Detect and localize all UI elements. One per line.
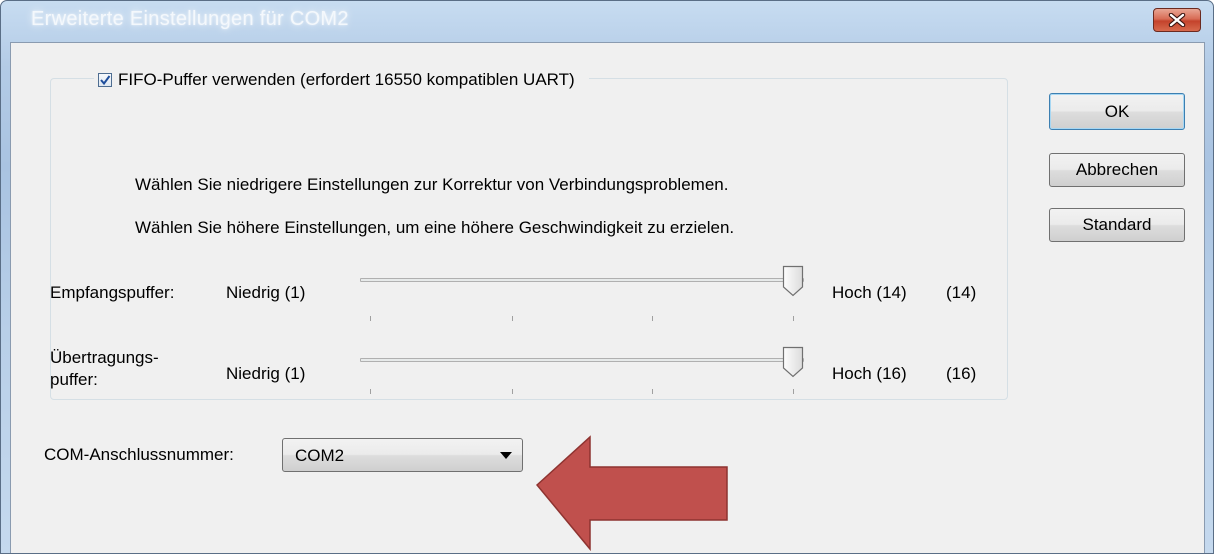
receive-buffer-max-label: Hoch (14) bbox=[832, 283, 907, 302]
chevron-down-icon[interactable] bbox=[500, 452, 512, 460]
transmit-buffer-value: (16) bbox=[946, 364, 977, 383]
receive-buffer-tick bbox=[793, 316, 794, 321]
com-port-selected-value: COM2 bbox=[295, 446, 345, 465]
fifo-checkbox-row[interactable]: FIFO-Puffer verwenden (erfordert 16550 k… bbox=[94, 68, 589, 92]
receive-buffer-tick bbox=[652, 316, 653, 321]
receive-buffer-label: Empfangspuffer: bbox=[50, 283, 175, 302]
fifo-groupbox bbox=[50, 78, 1008, 400]
transmit-buffer-track[interactable] bbox=[360, 358, 804, 362]
close-button[interactable] bbox=[1153, 8, 1201, 32]
cancel-button[interactable]: Abbrechen bbox=[1049, 153, 1185, 187]
transmit-buffer-label-line1: Übertragungs- bbox=[50, 348, 159, 367]
transmit-buffer-tick bbox=[793, 389, 794, 394]
transmit-buffer-thumb[interactable] bbox=[782, 346, 804, 378]
transmit-buffer-tick bbox=[370, 389, 371, 394]
com-port-dropdown[interactable]: COM2 bbox=[282, 438, 523, 472]
transmit-buffer-min-label: Niedrig (1) bbox=[226, 364, 306, 383]
close-icon bbox=[1168, 13, 1186, 27]
standard-button[interactable]: Standard bbox=[1049, 208, 1185, 242]
receive-buffer-track[interactable] bbox=[360, 278, 804, 282]
receive-buffer-thumb[interactable] bbox=[782, 265, 804, 297]
ok-button[interactable]: OK bbox=[1049, 93, 1185, 130]
window-title: Erweiterte Einstellungen für COM2 bbox=[31, 8, 349, 30]
transmit-buffer-max-label: Hoch (16) bbox=[832, 364, 907, 383]
checkmark-icon bbox=[100, 75, 111, 86]
receive-buffer-min-label: Niedrig (1) bbox=[226, 283, 306, 302]
fifo-checkbox[interactable] bbox=[98, 73, 112, 87]
receive-buffer-value: (14) bbox=[946, 283, 977, 302]
title-bar[interactable]: Erweiterte Einstellungen für COM2 bbox=[1, 1, 1213, 41]
hint-higher-settings: Wählen Sie höhere Einstellungen, um eine… bbox=[135, 218, 735, 237]
receive-buffer-tick bbox=[370, 316, 371, 321]
transmit-buffer-label-line2: puffer: bbox=[50, 370, 98, 389]
com-port-label: COM-Anschlussnummer: bbox=[44, 445, 234, 464]
transmit-buffer-tick bbox=[652, 389, 653, 394]
hint-lower-settings: Wählen Sie niedrigere Einstellungen zur … bbox=[135, 175, 729, 194]
receive-buffer-tick bbox=[512, 316, 513, 321]
fifo-checkbox-label: FIFO-Puffer verwenden (erfordert 16550 k… bbox=[118, 70, 575, 89]
transmit-buffer-tick bbox=[512, 389, 513, 394]
